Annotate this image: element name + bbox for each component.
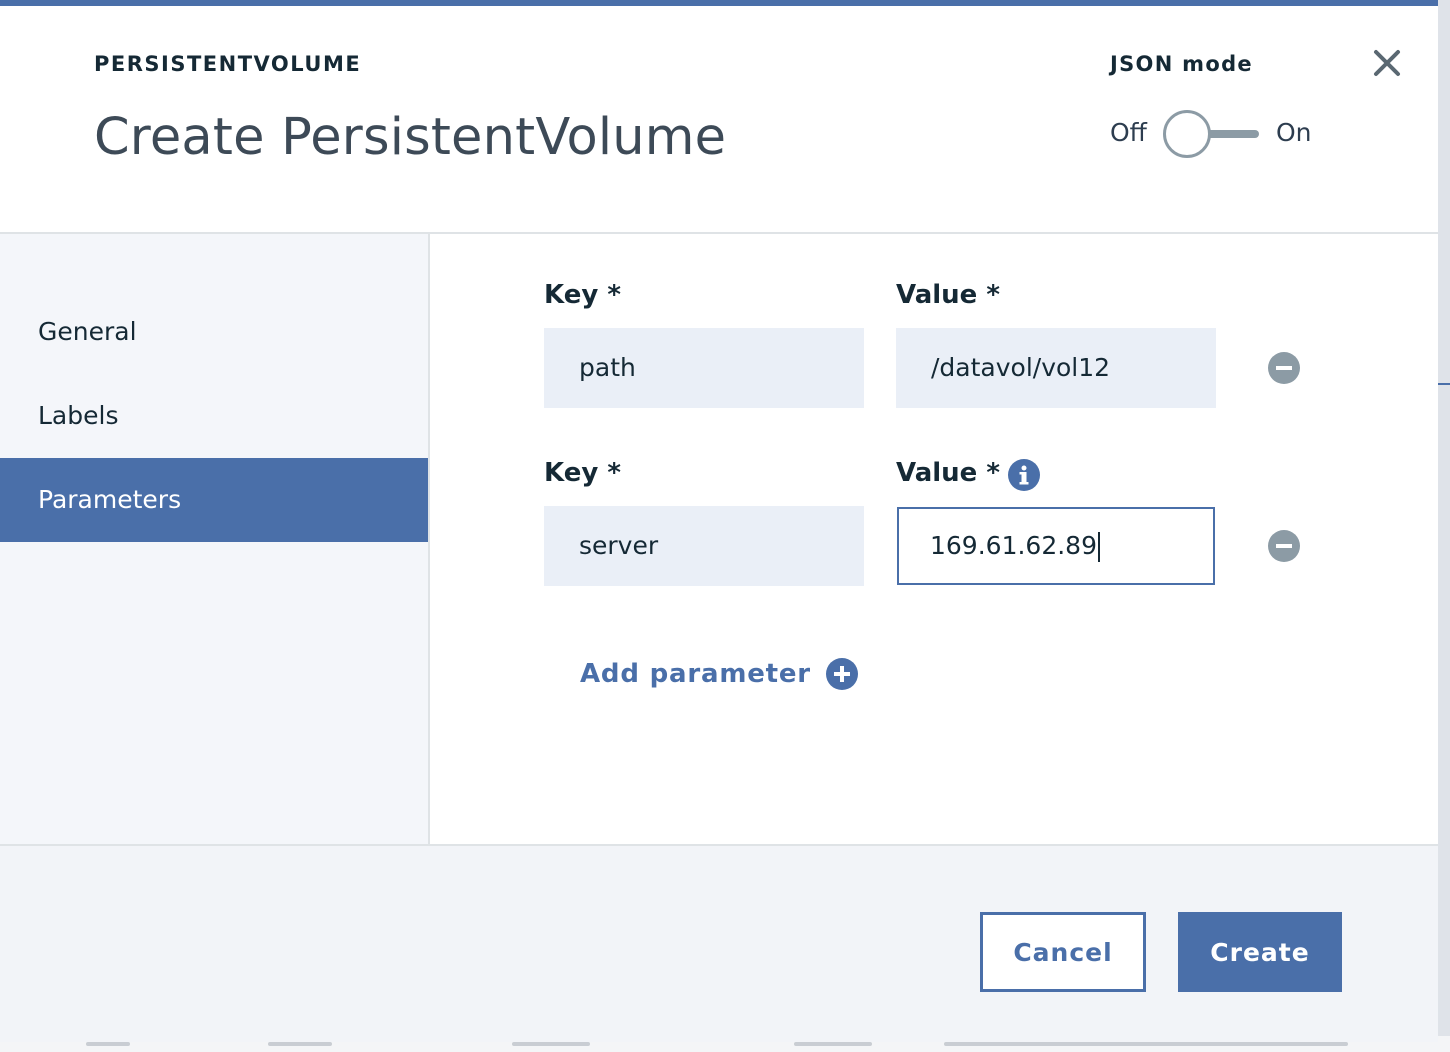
modal-title: Create PersistentVolume: [94, 108, 727, 167]
modal-body: General Labels Parameters Key * Value * …: [0, 232, 1438, 846]
toggle-off-label: Off: [1110, 118, 1147, 147]
value-text: 169.61.62.89: [930, 531, 1097, 560]
text-caret: [1098, 532, 1100, 562]
close-icon[interactable]: [1370, 46, 1404, 80]
create-button[interactable]: Create: [1178, 912, 1342, 992]
add-parameter-button[interactable]: Add parameter: [580, 654, 859, 694]
value-input[interactable]: /datavol/vol12: [896, 328, 1216, 408]
background-page-accent: [1438, 383, 1450, 385]
background-text-fragment: [268, 1042, 332, 1046]
remove-parameter-icon[interactable]: [1267, 351, 1301, 385]
value-label: Value *: [896, 280, 1000, 310]
key-input[interactable]: path: [544, 328, 864, 408]
sidebar-item-parameters[interactable]: Parameters: [0, 458, 428, 542]
background-text-fragment: [944, 1042, 1348, 1046]
background-page-edge: [1438, 0, 1450, 1052]
remove-parameter-icon[interactable]: [1267, 529, 1301, 563]
key-label: Key *: [544, 458, 621, 488]
toggle-knob: [1163, 110, 1211, 158]
create-persistentvolume-modal: PERSISTENTVOLUME Create PersistentVolume…: [0, 0, 1438, 1042]
toggle-on-label: On: [1276, 118, 1312, 147]
sidebar-item-general[interactable]: General: [0, 290, 428, 374]
json-mode-label: JSON mode: [1110, 52, 1253, 76]
parameters-panel: Key * Value * path /datavol/vol12 Key * …: [430, 234, 1438, 844]
key-label: Key *: [544, 280, 621, 310]
cancel-button[interactable]: Cancel: [980, 912, 1146, 992]
background-text-fragment: [512, 1042, 590, 1046]
modal-footer: Cancel Create: [0, 846, 1438, 1042]
json-mode-toggle[interactable]: [1163, 110, 1261, 158]
add-circle-icon: [825, 657, 859, 691]
info-icon[interactable]: [1007, 458, 1041, 492]
modal-sidebar: General Labels Parameters: [0, 234, 430, 844]
key-input[interactable]: server: [544, 506, 864, 586]
value-label: Value *: [896, 458, 1000, 488]
add-parameter-label: Add parameter: [580, 659, 811, 689]
value-input-focused[interactable]: 169.61.62.89: [897, 507, 1215, 585]
modal-eyebrow: PERSISTENTVOLUME: [94, 52, 362, 76]
sidebar-item-labels[interactable]: Labels: [0, 374, 428, 458]
background-text-fragment: [86, 1042, 130, 1046]
modal-header: PERSISTENTVOLUME Create PersistentVolume…: [0, 6, 1438, 232]
background-text-fragment: [794, 1042, 872, 1046]
